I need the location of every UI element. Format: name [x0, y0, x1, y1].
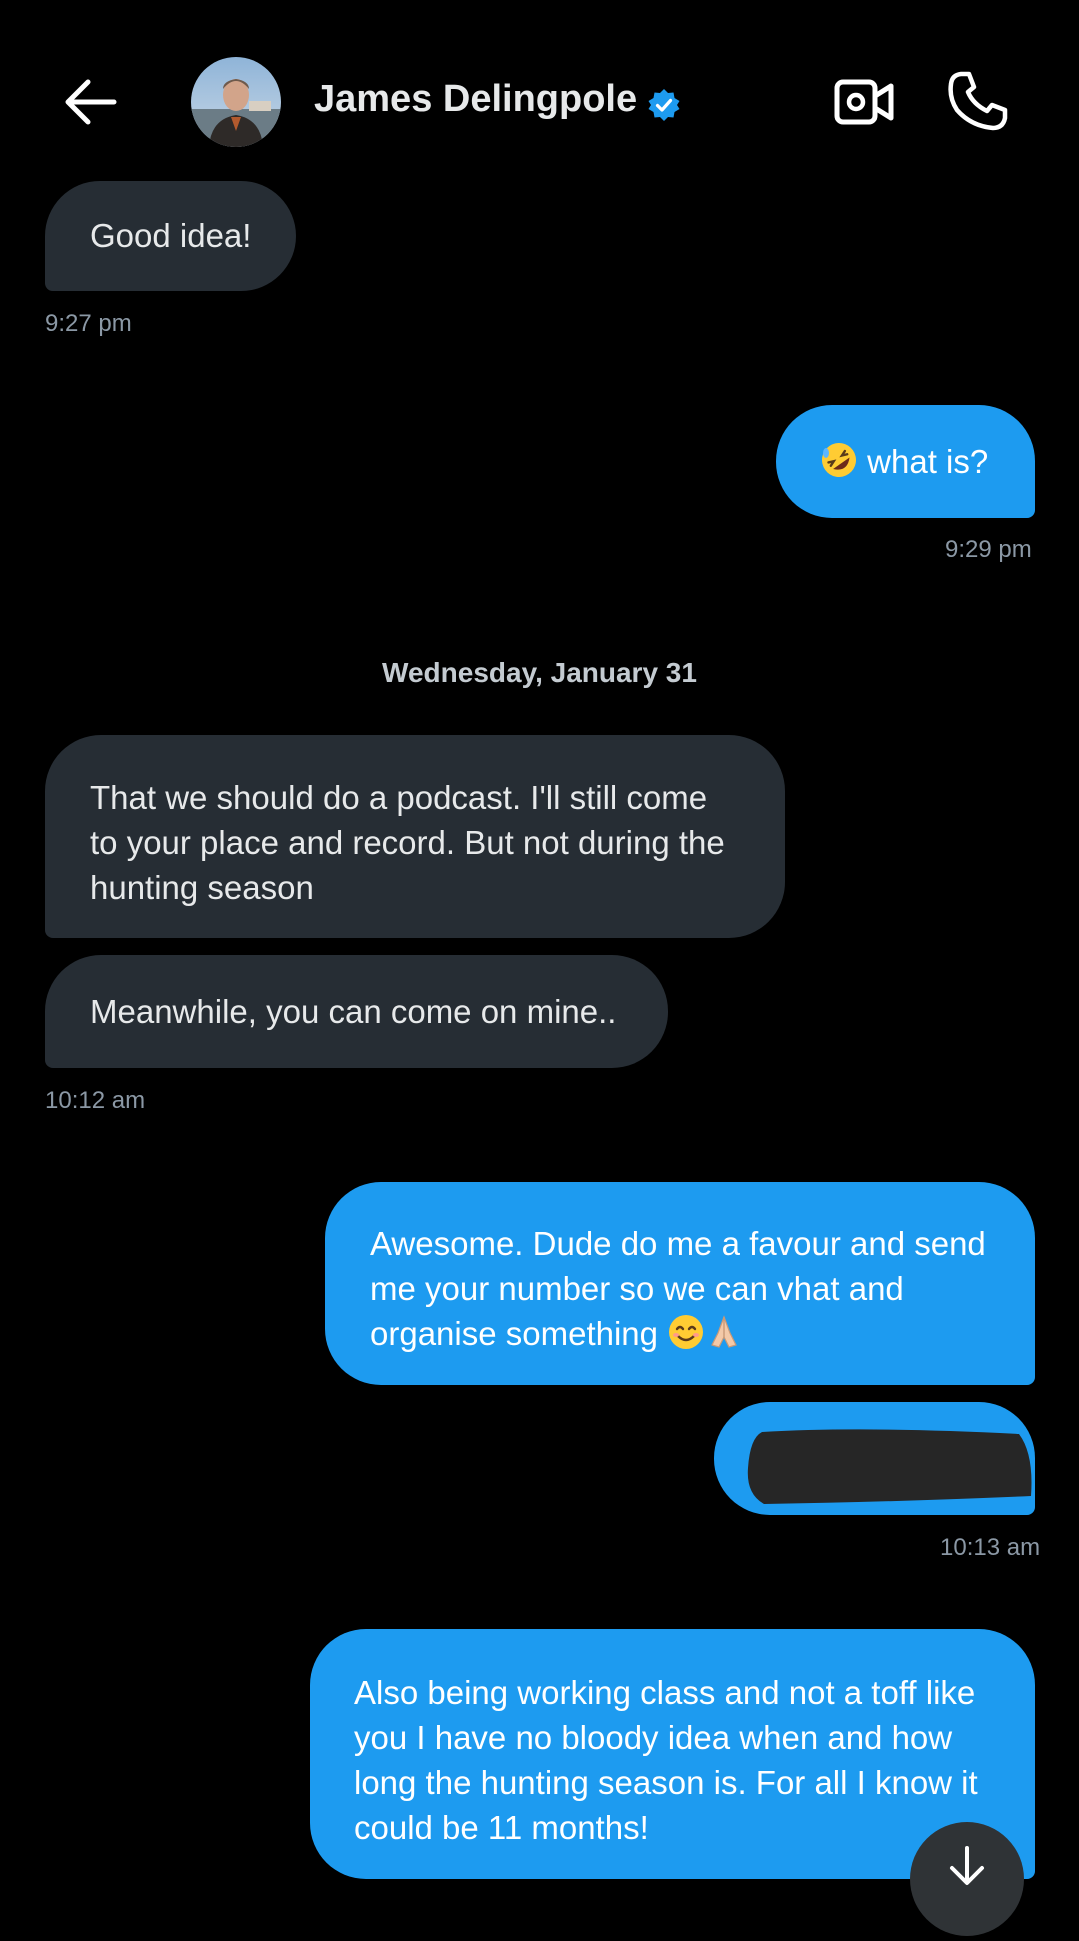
- received-message-bubble[interactable]: That we should do a podcast. I'll still …: [45, 735, 785, 938]
- message-text: Good idea!: [90, 217, 252, 254]
- phone-icon: [948, 71, 1008, 131]
- arrow-left-icon: [65, 79, 117, 125]
- message-timestamp: 10:13 am: [940, 1534, 1041, 1561]
- message-timestamp: 9:27 pm: [45, 310, 132, 337]
- message-line: me your number so we can vhat and: [370, 1270, 904, 1307]
- received-message-bubble[interactable]: Good idea!: [45, 181, 296, 291]
- message-timestamp: 9:29 pm: [945, 536, 1032, 563]
- smiling-face-icon: [669, 1315, 704, 1349]
- rolling-on-floor-laughing-icon: [822, 443, 856, 477]
- message-line: you I have no bloody idea when and how: [354, 1719, 953, 1756]
- arrow-down-icon: [950, 1846, 984, 1885]
- message-text: what is?: [867, 443, 989, 480]
- sent-message-bubble[interactable]: what is?: [776, 405, 1035, 518]
- message-line: long the hunting season is. For all I kn…: [354, 1764, 978, 1801]
- redacted-message-bubble[interactable]: [714, 1402, 1035, 1515]
- message-line: Awesome. Dude do me a favour and send: [370, 1225, 986, 1262]
- conversation-header: James Delingpole: [0, 0, 1079, 180]
- video-call-button[interactable]: [834, 74, 894, 130]
- message-line: hunting season: [90, 869, 314, 906]
- contact-name[interactable]: James Delingpole: [314, 78, 637, 121]
- message-text: Meanwhile, you can come on mine..: [90, 993, 617, 1030]
- message-line: to your place and record. But not during…: [90, 824, 725, 861]
- video-camera-icon: [834, 79, 894, 125]
- message-line: Also being working class and not a toff …: [354, 1674, 976, 1711]
- date-separator: Wednesday, January 31: [382, 657, 697, 688]
- message-line-text: organise something: [370, 1315, 659, 1352]
- sent-message-bubble[interactable]: Awesome. Dude do me a favour and send me…: [325, 1182, 1035, 1385]
- avatar[interactable]: [191, 57, 281, 147]
- received-message-bubble[interactable]: Meanwhile, you can come on mine..: [45, 955, 668, 1068]
- voice-call-button[interactable]: [947, 70, 1009, 132]
- folded-hands-icon: [711, 1315, 738, 1348]
- message-line: That we should do a podcast. I'll still …: [90, 779, 708, 816]
- back-button[interactable]: [60, 72, 120, 132]
- scroll-to-bottom-button[interactable]: [910, 1822, 1024, 1936]
- message-timestamp: 10:12 am: [45, 1087, 146, 1114]
- redaction-mark: [747, 1429, 1032, 1504]
- message-line: organise something: [370, 1311, 1035, 1356]
- verified-badge-icon: [648, 89, 680, 121]
